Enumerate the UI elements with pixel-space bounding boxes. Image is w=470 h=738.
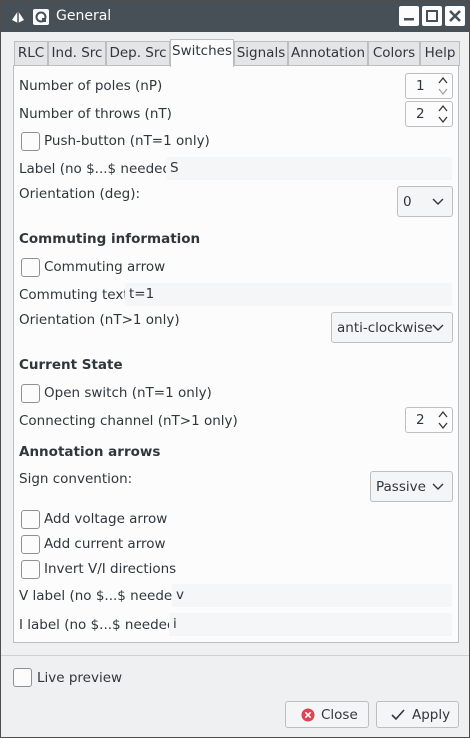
close-icon xyxy=(301,708,315,722)
tab-annotation[interactable]: Annotation xyxy=(288,41,368,66)
add-voltage-arrow-checkbox[interactable] xyxy=(21,510,40,529)
tab-help[interactable]: Help xyxy=(420,41,460,66)
switch-label-label: Label (no $...$ needed) xyxy=(19,161,177,177)
commuting-arrow-checkbox[interactable] xyxy=(21,258,40,277)
sign-convention-combobox[interactable]: Passive xyxy=(370,471,453,502)
minimize-icon[interactable] xyxy=(399,6,419,26)
orientation-value: 0 xyxy=(403,194,412,210)
push-button-checkbox[interactable] xyxy=(21,132,40,151)
throws-spinbox[interactable]: 2 xyxy=(405,101,453,127)
window-menu-icon[interactable] xyxy=(32,8,50,26)
commuting-text-field[interactable]: t=1 xyxy=(125,283,452,306)
tab-signals[interactable]: Signals xyxy=(234,41,288,66)
commuting-heading: Commuting information xyxy=(19,231,201,247)
orientation-label: Orientation (deg): xyxy=(19,186,141,202)
tab-colors[interactable]: Colors xyxy=(368,41,420,66)
open-switch-label: Open switch (nT=1 only) xyxy=(44,385,212,401)
chevron-down-icon xyxy=(432,324,444,331)
commuting-text-label: Commuting text xyxy=(19,287,129,303)
i-label-label: I label (no $...$ needed) xyxy=(19,617,181,633)
throws-label: Number of throws (nT) xyxy=(19,106,172,122)
add-voltage-arrow-label: Add voltage arrow xyxy=(44,511,168,527)
invert-vi-checkbox[interactable] xyxy=(21,560,40,579)
v-label-label: V label (no $...$ needed) xyxy=(19,588,187,604)
sign-convention-label: Sign convention: xyxy=(19,471,133,487)
tab-dep-src[interactable]: Dep. Src xyxy=(106,41,170,66)
v-label-value: v xyxy=(176,587,184,603)
dialog-window: General RLC Ind. Src Dep. Src Switches S… xyxy=(0,0,470,738)
connecting-channel-label: Connecting channel (nT>1 only) xyxy=(19,413,238,429)
commuting-text-value: t=1 xyxy=(129,286,155,302)
title-bar[interactable]: General xyxy=(1,1,469,32)
close-window-icon[interactable] xyxy=(445,6,465,26)
connecting-channel-value: 2 xyxy=(416,412,425,428)
tab-ind-src[interactable]: Ind. Src xyxy=(48,41,106,66)
orientation-combobox[interactable]: 0 xyxy=(397,186,453,217)
spin-up-icon[interactable] xyxy=(437,409,449,420)
commuting-orientation-combobox[interactable]: anti-clockwise xyxy=(331,312,453,343)
close-button[interactable]: Close xyxy=(285,701,369,728)
open-switch-checkbox[interactable] xyxy=(21,384,40,403)
spin-down-icon[interactable] xyxy=(437,86,449,97)
add-current-arrow-checkbox[interactable] xyxy=(21,535,40,554)
tab-switches[interactable]: Switches xyxy=(170,39,234,67)
commuting-orientation-value: anti-clockwise xyxy=(337,320,433,336)
live-preview-label: Live preview xyxy=(37,670,123,686)
poles-label: Number of poles (nP) xyxy=(19,78,163,94)
switch-label-field[interactable]: S xyxy=(166,157,452,180)
poles-spinbox[interactable]: 1 xyxy=(405,73,453,99)
i-label-value: i xyxy=(173,616,177,632)
throws-value: 2 xyxy=(416,106,425,122)
connecting-channel-spinbox[interactable]: 2 xyxy=(405,407,453,433)
spin-up-icon[interactable] xyxy=(437,103,449,114)
add-current-arrow-label: Add current arrow xyxy=(44,536,166,552)
i-label-field[interactable]: i xyxy=(169,613,452,636)
maximize-icon[interactable] xyxy=(422,6,442,26)
live-preview-checkbox[interactable] xyxy=(13,668,32,687)
annotation-heading: Annotation arrows xyxy=(19,444,161,460)
commuting-arrow-label: Commuting arrow xyxy=(44,259,166,275)
switch-label-value: S xyxy=(170,160,179,176)
switches-panel: Number of poles (nP) 1 Number of throws … xyxy=(13,65,459,643)
commuting-orientation-label: Orientation (nT>1 only) xyxy=(19,312,180,328)
app-icon xyxy=(9,8,27,26)
close-button-label: Close xyxy=(321,707,358,723)
push-button-label: Push-button (nT=1 only) xyxy=(44,133,210,149)
chevron-down-icon xyxy=(432,198,444,205)
invert-vi-label: Invert V/I directions xyxy=(44,561,177,577)
chevron-down-icon xyxy=(432,483,444,490)
tab-rlc[interactable]: RLC xyxy=(14,41,48,66)
poles-value: 1 xyxy=(416,78,425,94)
current-state-heading: Current State xyxy=(19,357,123,373)
apply-button[interactable]: Apply xyxy=(376,701,459,728)
apply-button-label: Apply xyxy=(412,707,451,723)
spin-down-icon[interactable] xyxy=(437,114,449,125)
separator xyxy=(1,655,469,656)
window-title: General xyxy=(56,8,112,24)
sign-convention-value: Passive xyxy=(376,479,426,495)
checkmark-icon xyxy=(391,709,405,721)
spin-down-icon[interactable] xyxy=(437,420,449,431)
v-label-field[interactable]: v xyxy=(172,584,452,607)
spin-up-icon[interactable] xyxy=(437,75,449,86)
